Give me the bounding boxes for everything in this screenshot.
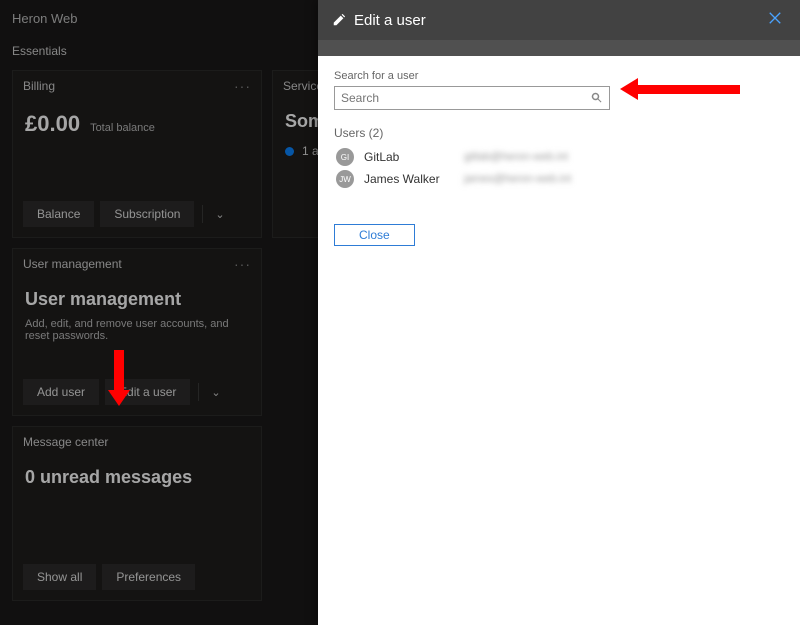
search-icon bbox=[591, 92, 603, 104]
users-count-label: Users (2) bbox=[334, 126, 784, 140]
show-all-button[interactable]: Show all bbox=[23, 564, 96, 590]
user-avatar: GI bbox=[336, 148, 354, 166]
billing-card: Billing ··· £0.00 Total balance Balance … bbox=[12, 70, 262, 238]
user-row[interactable]: JW James Walker james@heron-web.int bbox=[334, 168, 784, 190]
user-avatar: JW bbox=[336, 170, 354, 188]
billing-title: Billing bbox=[23, 79, 55, 93]
billing-amount: £0.00 bbox=[25, 111, 80, 137]
flyout-header: Edit a user bbox=[318, 0, 800, 40]
flyout-subheader bbox=[318, 40, 800, 56]
more-icon[interactable]: ··· bbox=[234, 78, 251, 94]
chevron-down-icon[interactable]: ⌄ bbox=[211, 208, 228, 221]
user-management-title: User management bbox=[23, 257, 122, 271]
more-icon[interactable]: ··· bbox=[234, 256, 251, 272]
user-management-heading: User management bbox=[25, 289, 249, 310]
brand-label: Heron Web bbox=[12, 11, 78, 26]
button-divider bbox=[198, 383, 199, 401]
preferences-button[interactable]: Preferences bbox=[102, 564, 195, 590]
billing-card-header: Billing ··· bbox=[13, 71, 261, 101]
user-management-header: User management ··· bbox=[13, 249, 261, 279]
button-divider bbox=[202, 205, 203, 223]
flyout-close-button[interactable]: Close bbox=[334, 224, 415, 246]
chevron-down-icon[interactable]: ⌄ bbox=[207, 386, 224, 399]
user-search-box[interactable] bbox=[334, 86, 610, 110]
close-icon bbox=[768, 11, 782, 25]
message-center-card: Message center 0 unread messages Show al… bbox=[12, 426, 262, 601]
edit-user-button[interactable]: Edit a user bbox=[105, 379, 190, 405]
search-field-label: Search for a user bbox=[334, 70, 784, 82]
user-name: GitLab bbox=[364, 150, 454, 164]
balance-button[interactable]: Balance bbox=[23, 201, 94, 227]
flyout-title: Edit a user bbox=[354, 12, 764, 29]
message-center-header: Message center bbox=[13, 427, 261, 457]
user-management-card: User management ··· User management Add,… bbox=[12, 248, 262, 416]
billing-amount-label: Total balance bbox=[90, 122, 155, 134]
pencil-icon bbox=[332, 13, 346, 27]
user-name: James Walker bbox=[364, 172, 454, 186]
user-row[interactable]: GI GitLab gitlab@heron-web.int bbox=[334, 146, 784, 168]
close-button[interactable] bbox=[764, 7, 786, 34]
message-center-heading: 0 unread messages bbox=[25, 467, 249, 488]
flyout-body: Search for a user Users (2) GI GitLab gi… bbox=[318, 56, 800, 625]
user-email: james@heron-web.int bbox=[464, 173, 571, 185]
user-management-desc: Add, edit, and remove user accounts, and… bbox=[25, 318, 249, 342]
subscription-button[interactable]: Subscription bbox=[100, 201, 194, 227]
user-email: gitlab@heron-web.int bbox=[464, 151, 568, 163]
section-label: Essentials bbox=[12, 44, 67, 58]
status-dot-icon bbox=[285, 147, 294, 156]
edit-user-flyout: Edit a user Search for a user Users (2) … bbox=[318, 0, 800, 625]
user-search-input[interactable] bbox=[341, 91, 591, 105]
add-user-button[interactable]: Add user bbox=[23, 379, 99, 405]
message-center-title: Message center bbox=[23, 435, 108, 449]
